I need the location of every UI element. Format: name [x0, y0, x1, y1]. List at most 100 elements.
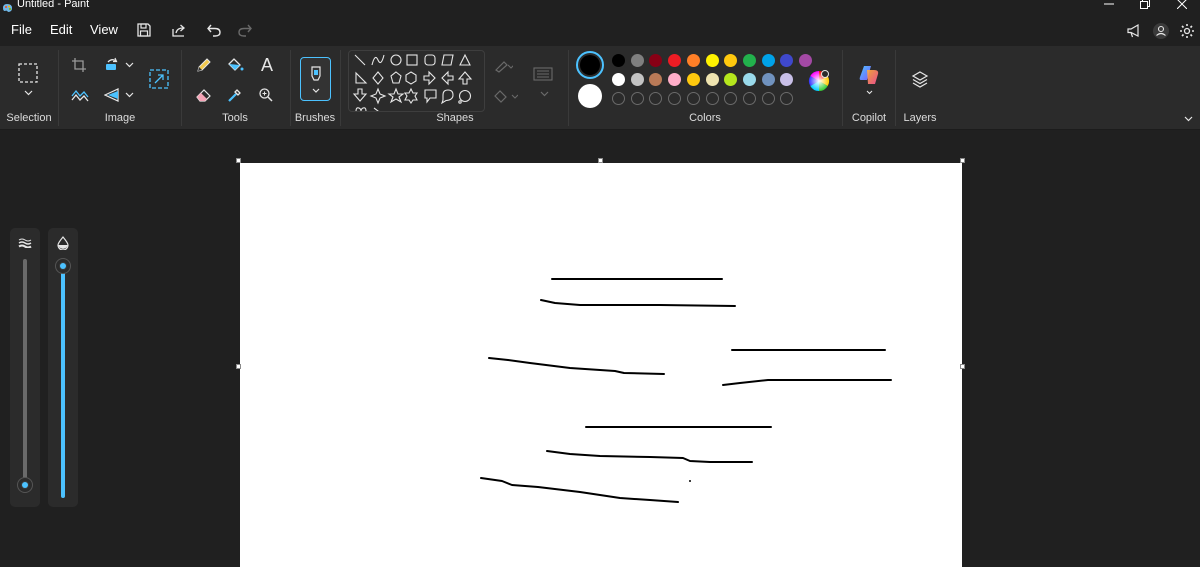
- down-arrow-shape-icon: [352, 88, 368, 102]
- canvas-resize-handle-right[interactable]: [960, 364, 965, 369]
- fill-bucket-icon[interactable]: [225, 55, 245, 75]
- custom-color-slot[interactable]: [612, 92, 625, 105]
- group-label-selection: Selection: [6, 112, 52, 124]
- window-title: Untitled - Paint: [17, 0, 90, 10]
- custom-color-slot[interactable]: [742, 92, 756, 105]
- stroke-size-slider[interactable]: [10, 228, 40, 507]
- selection-chevron-down-icon[interactable]: [22, 88, 34, 98]
- background-removal-icon[interactable]: [70, 86, 90, 104]
- color-swatch[interactable]: [612, 73, 625, 86]
- account-icon[interactable]: [1150, 20, 1172, 42]
- rotate-chevron-down-icon[interactable]: [123, 60, 135, 70]
- shape-outline-icon[interactable]: [492, 58, 514, 74]
- color-swatch[interactable]: [630, 54, 644, 67]
- color-swatch[interactable]: [742, 54, 756, 67]
- restore-button[interactable]: [1137, 0, 1153, 11]
- stroke-size-track[interactable]: [23, 259, 27, 491]
- drawing-canvas[interactable]: [240, 163, 962, 567]
- ribbon-toolbar: Selection Image A Tools Brushes Shapes C…: [0, 46, 1200, 130]
- custom-color-slot[interactable]: [724, 92, 738, 105]
- edit-colors-icon[interactable]: [808, 70, 830, 92]
- color-swatch[interactable]: [705, 73, 719, 86]
- color-swatch[interactable]: [668, 54, 682, 67]
- settings-gear-icon[interactable]: [1176, 20, 1198, 42]
- canvas-resize-handle-top[interactable]: [598, 158, 603, 163]
- brushes-button[interactable]: [300, 57, 331, 101]
- eraser-icon[interactable]: [194, 85, 214, 105]
- custom-color-slot[interactable]: [780, 92, 794, 105]
- color-swatch[interactable]: [761, 54, 775, 67]
- minimize-button[interactable]: [1101, 0, 1117, 11]
- custom-color-slot[interactable]: [630, 92, 644, 105]
- color-swatch[interactable]: [799, 54, 812, 67]
- menu-view[interactable]: View: [90, 22, 118, 38]
- color-swatch[interactable]: [742, 73, 756, 86]
- custom-color-slot[interactable]: [705, 92, 719, 105]
- secondary-color-swatch[interactable]: [578, 84, 602, 108]
- crop-icon[interactable]: [70, 56, 88, 74]
- announcement-icon[interactable]: [1123, 20, 1145, 42]
- opacity-drop-icon: [55, 235, 71, 251]
- resize-image-icon[interactable]: [148, 68, 170, 90]
- share-icon[interactable]: [169, 20, 189, 40]
- stroke-size-thumb[interactable]: [18, 478, 32, 492]
- color-swatch[interactable]: [686, 54, 700, 67]
- color-swatch[interactable]: [649, 73, 663, 86]
- shape-style-chevron-down-icon[interactable]: [538, 90, 550, 98]
- color-swatch[interactable]: [705, 54, 719, 67]
- text-tool-icon[interactable]: A: [256, 54, 278, 76]
- color-swatch[interactable]: [649, 54, 663, 67]
- color-swatch[interactable]: [780, 54, 794, 67]
- opacity-slider[interactable]: [48, 228, 78, 507]
- primary-color-swatch[interactable]: [576, 51, 604, 79]
- copilot-icon[interactable]: [857, 63, 881, 87]
- ribbon-collapse-chevron-icon[interactable]: [1182, 114, 1194, 124]
- primary-color-fill: [580, 55, 600, 75]
- canvas-drawing: [480, 278, 892, 503]
- flip-chevron-down-icon[interactable]: [123, 90, 135, 100]
- cloud-callout-shape-icon: [458, 89, 472, 104]
- shape-fill-icon[interactable]: [492, 88, 518, 104]
- opacity-thumb[interactable]: [56, 259, 70, 273]
- ribbon-divider: [895, 50, 896, 126]
- copilot-chevron-down-icon[interactable]: [864, 88, 874, 96]
- ribbon-divider: [842, 50, 843, 126]
- rotate-icon[interactable]: [103, 56, 121, 74]
- redo-icon[interactable]: [235, 20, 255, 40]
- menu-edit[interactable]: Edit: [50, 22, 72, 38]
- custom-color-slot[interactable]: [686, 92, 700, 105]
- save-icon[interactable]: [134, 20, 154, 40]
- color-swatch[interactable]: [761, 73, 775, 86]
- color-swatch[interactable]: [724, 54, 738, 67]
- color-swatch[interactable]: [686, 73, 700, 86]
- canvas-resize-handle-left[interactable]: [236, 364, 241, 369]
- rectangle-select-icon[interactable]: [17, 62, 39, 84]
- pencil-icon[interactable]: [194, 55, 214, 75]
- group-label-copilot: Copilot: [851, 112, 887, 124]
- opacity-track[interactable]: [61, 266, 65, 498]
- color-picker-icon[interactable]: [225, 85, 245, 105]
- line-shape-icon: [354, 54, 366, 66]
- color-swatch[interactable]: [724, 73, 738, 86]
- color-swatch[interactable]: [612, 54, 625, 67]
- color-swatch[interactable]: [780, 73, 794, 86]
- close-button[interactable]: [1174, 0, 1190, 11]
- ribbon-divider: [181, 50, 182, 126]
- menu-file[interactable]: File: [11, 22, 32, 38]
- group-label-colors: Colors: [689, 112, 721, 124]
- custom-color-slot[interactable]: [668, 92, 682, 105]
- six-point-star-shape-icon: [403, 87, 419, 104]
- ribbon-divider: [58, 50, 59, 126]
- shape-style-icon[interactable]: [533, 66, 553, 82]
- color-swatch[interactable]: [630, 73, 644, 86]
- magnifier-icon[interactable]: [256, 85, 276, 105]
- undo-icon[interactable]: [204, 20, 224, 40]
- color-swatch[interactable]: [668, 73, 682, 86]
- layers-icon[interactable]: [909, 68, 931, 90]
- flip-icon[interactable]: [103, 86, 121, 104]
- ribbon-divider: [568, 50, 569, 126]
- canvas-resize-handle-top-right[interactable]: [960, 158, 965, 163]
- custom-color-slot[interactable]: [761, 92, 775, 105]
- custom-color-slot[interactable]: [649, 92, 663, 105]
- canvas-resize-handle-top-left[interactable]: [236, 158, 241, 163]
